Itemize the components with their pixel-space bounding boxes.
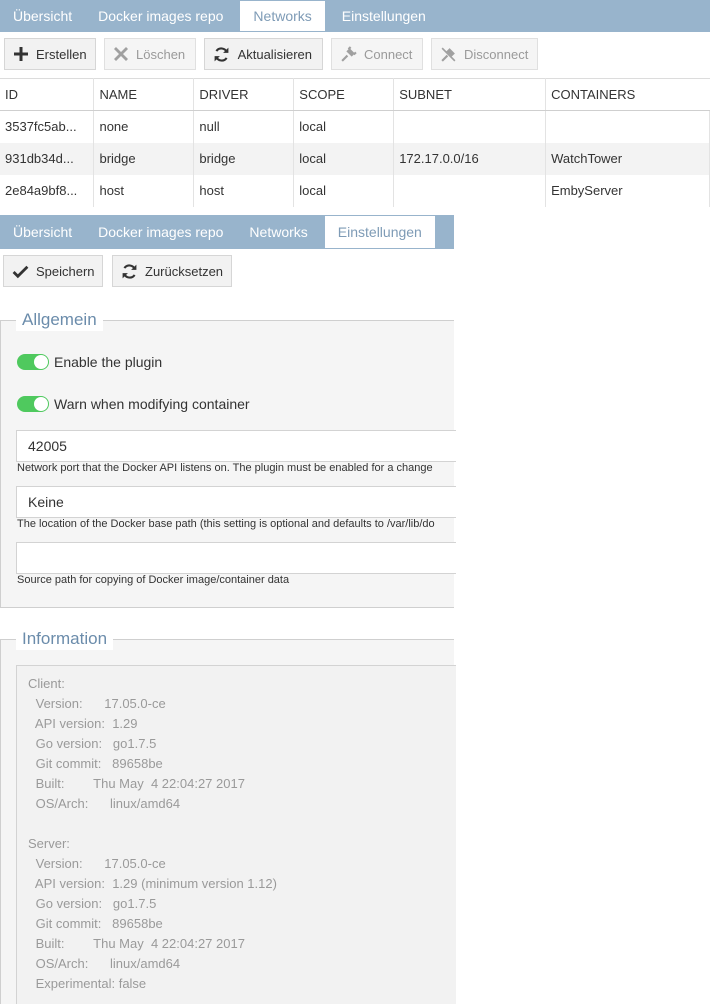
table-header-row: ID NAME DRIVER SCOPE SUBNET CONTAINERS: [0, 78, 710, 111]
server-api-version-line: API version: 1.29 (minimum version 1.12): [32, 876, 277, 891]
disconnect-button-label: Disconnect: [464, 46, 529, 62]
client-api-version-line: API version: 1.29: [32, 716, 138, 731]
cell-id: 931db34d...: [0, 142, 95, 175]
refresh-button[interactable]: Aktualisieren: [204, 38, 323, 70]
table-row[interactable]: 2e84a9bf8... host host local EmbyServer: [0, 174, 710, 207]
column-header-scope[interactable]: SCOPE: [293, 78, 395, 111]
plus-icon: [13, 45, 29, 63]
cell-containers: WatchTower: [545, 142, 710, 175]
tab-settings[interactable]: Einstellungen: [323, 215, 436, 248]
server-header: Server:: [28, 836, 70, 851]
delete-button[interactable]: Löschen: [104, 38, 196, 70]
docker-version-output: Client: Version: 17.05.0-ce API version:…: [16, 665, 456, 1004]
api-port-field[interactable]: 42005: [16, 430, 456, 462]
general-fieldset: Allgemein Enable the plugin Warn when mo…: [0, 309, 456, 608]
create-button-label: Erstellen: [36, 46, 87, 62]
cell-driver: bridge: [193, 142, 295, 175]
connect-button-label: Connect: [364, 46, 413, 62]
column-header-name[interactable]: NAME: [93, 78, 195, 111]
refresh-icon: [121, 262, 138, 280]
server-git-commit-line: Git commit: 89658be: [32, 916, 163, 931]
warn-modify-toggle[interactable]: [17, 396, 49, 412]
cell-containers: EmbyServer: [545, 174, 710, 207]
api-port-hint: Network port that the Docker API listens…: [17, 462, 433, 474]
plug-icon: [340, 45, 357, 63]
column-header-driver[interactable]: DRIVER: [193, 78, 295, 111]
cell-subnet: [393, 110, 547, 143]
refresh-button-label: Aktualisieren: [237, 46, 312, 62]
cell-subnet: 172.17.0.0/16: [393, 142, 547, 175]
cell-id: 2e84a9bf8...: [0, 174, 95, 207]
cell-name: host: [93, 174, 195, 207]
server-os-arch-line: OS/Arch: linux/amd64: [32, 956, 181, 971]
tab-networks[interactable]: Networks: [236, 215, 320, 249]
cell-driver: host: [193, 174, 295, 207]
client-version-line: Version: 17.05.0-ce: [32, 696, 166, 711]
cell-scope: local: [293, 110, 395, 143]
tab-docker-images-repo[interactable]: Docker images repo: [85, 215, 236, 249]
save-button[interactable]: Speichern: [3, 255, 103, 287]
disconnect-button[interactable]: Disconnect: [431, 38, 538, 70]
checkmark-icon: [12, 262, 29, 280]
cell-name: bridge: [93, 142, 195, 175]
cell-id: 3537fc5ab...: [0, 110, 95, 143]
tab-settings[interactable]: Einstellungen: [329, 0, 439, 32]
tab-overview[interactable]: Übersicht: [0, 215, 85, 249]
table-row[interactable]: 3537fc5ab... none null local: [0, 110, 710, 143]
client-header: Client:: [28, 676, 65, 691]
source-path-hint: Source path for copying of Docker image/…: [17, 574, 290, 586]
close-icon: [113, 45, 129, 63]
refresh-icon: [213, 45, 231, 63]
cell-scope: local: [293, 174, 395, 207]
enable-plugin-label: Enable the plugin: [54, 354, 163, 370]
client-built-line: Built: Thu May 4 22:04:27 2017: [32, 776, 245, 791]
cell-subnet: [393, 174, 547, 207]
general-legend: Allgemein: [16, 309, 103, 331]
client-go-version-line: Go version: go1.7.5: [32, 736, 157, 751]
server-experimental-line: Experimental: false: [32, 976, 147, 991]
warn-modify-label: Warn when modifying container: [54, 396, 250, 412]
information-fieldset: Information Client: Version: 17.05.0-ce …: [0, 628, 456, 1004]
client-os-arch-line: OS/Arch: linux/amd64: [32, 796, 181, 811]
reset-button-label: Zurücksetzen: [145, 263, 224, 279]
base-path-field[interactable]: Keine: [16, 486, 456, 518]
cell-scope: local: [293, 142, 395, 175]
top-tab-bar: Übersicht Docker images repo Networks Ei…: [0, 0, 710, 32]
warn-modify-row: Warn when modifying container: [17, 396, 250, 412]
enable-plugin-toggle[interactable]: [17, 354, 49, 370]
create-button[interactable]: Erstellen: [4, 38, 96, 70]
source-path-field[interactable]: [16, 542, 456, 574]
table-row[interactable]: 931db34d... bridge bridge local 172.17.0…: [0, 142, 710, 175]
column-header-containers[interactable]: CONTAINERS: [545, 78, 710, 111]
client-git-commit-line: Git commit: 89658be: [32, 756, 163, 771]
information-legend: Information: [16, 628, 114, 650]
server-go-version-line: Go version: go1.7.5: [32, 896, 157, 911]
tab-docker-images-repo[interactable]: Docker images repo: [85, 0, 236, 32]
cell-driver: null: [193, 110, 295, 143]
delete-button-label: Löschen: [136, 46, 186, 62]
save-button-label: Speichern: [36, 263, 95, 279]
connect-button[interactable]: Connect: [331, 38, 423, 70]
column-header-subnet[interactable]: SUBNET: [393, 78, 547, 111]
enable-plugin-row: Enable the plugin: [17, 354, 162, 370]
base-path-hint: The location of the Docker base path (th…: [17, 518, 435, 530]
tab-overview[interactable]: Übersicht: [0, 0, 85, 32]
column-header-id[interactable]: ID: [0, 78, 95, 111]
tab-networks[interactable]: Networks: [239, 0, 326, 31]
networks-table: ID NAME DRIVER SCOPE SUBNET CONTAINERS 3…: [0, 78, 710, 207]
server-version-line: Version: 17.05.0-ce: [32, 856, 166, 871]
cell-containers: [545, 110, 710, 143]
unplug-icon: [440, 45, 457, 63]
settings-tab-bar: Übersicht Docker images repo Networks Ei…: [0, 215, 454, 249]
reset-button[interactable]: Zurücksetzen: [112, 255, 232, 287]
server-built-line: Built: Thu May 4 22:04:27 2017: [32, 936, 245, 951]
cell-name: none: [93, 110, 195, 143]
